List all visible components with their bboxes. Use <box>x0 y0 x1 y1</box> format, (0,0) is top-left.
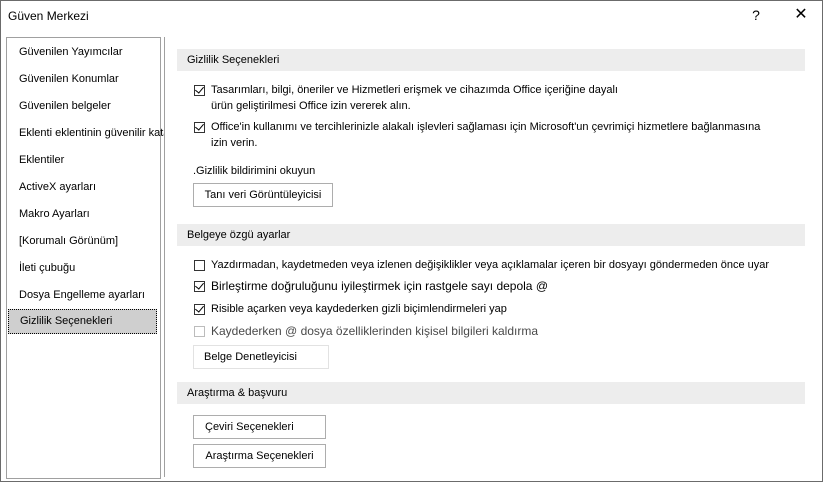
random-number-label: Birleştirme doğruluğunu iyileştirmek içi… <box>211 279 548 293</box>
checkmark-icon <box>195 280 204 290</box>
document-inspector-button[interactable]: Belge Denetleyicisi <box>193 345 329 369</box>
dialog-title: Güven Merkezi <box>8 9 89 23</box>
privacy-statement-link[interactable]: .Gizlilik bildirimini okuyun <box>193 165 315 177</box>
sidebar-item-trusted-catalogs[interactable]: Eklenti eklentinin güvenilir katalogları <box>8 121 199 146</box>
privacy-option-2-label-line2: izin verin. <box>211 137 258 149</box>
sidebar-item-privacy-options[interactable]: Gizlilik Seçenekleri <box>8 309 157 334</box>
hidden-markup-label: Risible açarken veya kaydederken gizli b… <box>211 303 507 315</box>
sidebar-item-add-ins[interactable]: Eklentiler <box>8 148 157 173</box>
diagnostic-data-viewer-button[interactable]: Tanı veri Görüntüleyicisi <box>193 183 333 207</box>
sidebar-item-activex[interactable]: ActiveX ayarları <box>8 175 157 200</box>
main-panel: Gizlilik Seçenekleri Tasarımları, bilgi,… <box>164 37 818 477</box>
random-number-checkbox[interactable] <box>194 280 205 292</box>
research-options-button[interactable]: Araştırma Seçenekleri <box>193 444 326 468</box>
checkmark-icon <box>195 303 204 313</box>
sidebar-item-trusted-documents[interactable]: Güvenilen belgeler <box>8 94 157 119</box>
title-bar: Güven Merkezi ? ✕ <box>1 1 822 31</box>
sidebar-item-trusted-locations[interactable]: Güvenilen Konumlar <box>8 67 157 92</box>
warn-before-print-label: Yazdırmadan, kaydetmeden veya izlenen de… <box>211 259 770 271</box>
sidebar-item-message-bar[interactable]: İleti çubuğu <box>8 256 157 281</box>
sidebar-nav: Güvenilen Yayımcılar Güvenilen Konumlar … <box>6 37 199 479</box>
privacy-section-header: Gizlilik Seçenekleri <box>177 49 805 71</box>
research-section-header: Araştırma & başvuru <box>177 382 805 404</box>
close-button[interactable]: ✕ <box>786 3 816 27</box>
remove-personal-info-label: Kaydederken @ dosya özelliklerinden kişi… <box>211 324 538 338</box>
translation-options-button[interactable]: Çeviri Seçenekleri <box>193 415 326 439</box>
sidebar-item-file-block[interactable]: Dosya Engelleme ayarları <box>8 283 157 308</box>
help-button[interactable]: ? <box>741 3 771 27</box>
privacy-option-1-label-line2: ürün geliştirilmesi Office izin vererek … <box>211 100 411 112</box>
trust-center-dialog: Güven Merkezi ? ✕ Güvenilen Yayımcılar G… <box>0 0 823 482</box>
privacy-option-2-label: Office'in kullanımı ve tercihlerinizle a… <box>211 121 761 133</box>
checkmark-icon <box>195 84 204 94</box>
document-settings-section-header: Belgeye özgü ayarlar <box>177 224 805 246</box>
privacy-option-1-checkbox[interactable] <box>194 84 205 96</box>
checkmark-icon <box>195 121 204 131</box>
remove-personal-info-checkbox[interactable] <box>194 326 205 337</box>
privacy-option-1-label: Tasarımları, bilgi, öneriler ve Hizmetle… <box>211 84 618 96</box>
sidebar-item-macro-settings[interactable]: Makro Ayarları <box>8 202 157 227</box>
sidebar-item-protected-view[interactable]: [Korumalı Görünüm] <box>8 229 157 254</box>
privacy-option-2-checkbox[interactable] <box>194 121 205 133</box>
warn-before-print-checkbox[interactable] <box>194 260 205 271</box>
hidden-markup-checkbox[interactable] <box>194 303 205 315</box>
sidebar-item-trusted-publishers[interactable]: Güvenilen Yayımcılar <box>8 40 157 65</box>
